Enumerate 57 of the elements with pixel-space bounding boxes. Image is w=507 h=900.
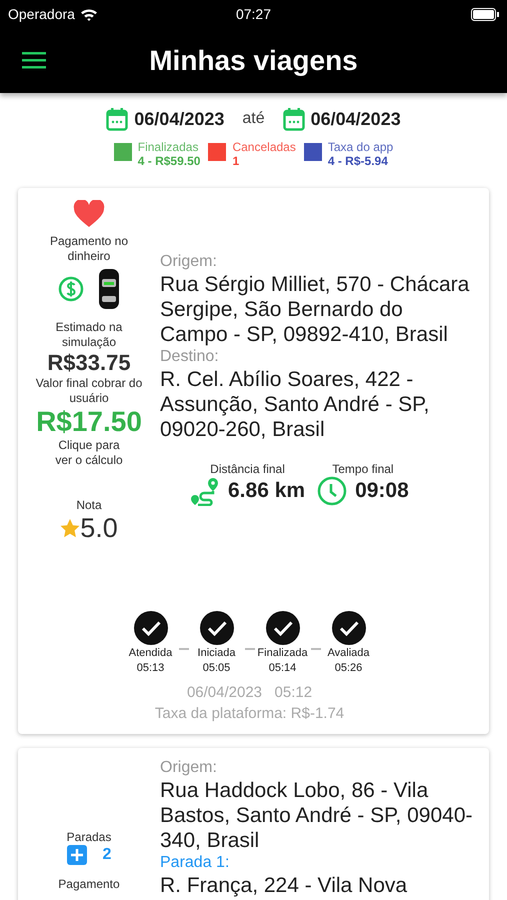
add-icon[interactable]	[66, 845, 87, 865]
stops-count: 2	[102, 846, 112, 864]
step-label: Atendida	[128, 646, 172, 661]
heart-icon[interactable]	[73, 200, 105, 228]
legend-value: 1	[232, 154, 240, 168]
destination-label: Destino:	[160, 347, 220, 367]
calendar-icon	[282, 107, 305, 131]
origin-label: Origem:	[160, 252, 218, 272]
time-label: Tempo final	[332, 462, 394, 476]
clock-icon	[317, 476, 348, 506]
payment-method: Pagamento no dinheiro	[49, 234, 129, 264]
battery-icon	[470, 8, 499, 20]
start-date[interactable]: 06/04/2023	[134, 108, 224, 130]
end-date[interactable]: 06/04/2023	[310, 108, 401, 130]
origin-label: Origem:	[160, 758, 218, 778]
legend-label: Taxa do app	[328, 141, 394, 154]
trip-card[interactable]: Paradas 2 Pagamento Origem: Rua Haddock Lobo, 86 - Vila Bastos, Santo André - SP, 09040-340, Brasil Parada 1: R. França, 224 - Vila Nova	[18, 748, 489, 900]
payment-method: Pagamento	[57, 877, 121, 892]
destination-address: R. Cel. Abílio Soares, 422 - Assunção, Santo André - SP, 09020-260, Brasil	[160, 367, 430, 442]
origin-address: Rua Haddock Lobo, 86 - Vila Bastos, Santo André - SP, 09040-340, Brasil	[160, 778, 474, 853]
page-title: Minhas viagens	[149, 44, 358, 76]
distance-label: Distância final	[210, 462, 285, 476]
calculation-hint[interactable]: Clique para ver o cálculo	[49, 438, 129, 468]
legend-value: 4 - R$59.50	[138, 154, 200, 168]
step-label: Avaliada	[328, 646, 370, 661]
star-icon	[60, 519, 80, 538]
legend-label: Canceladas	[232, 141, 296, 154]
legend-label: Finalizadas	[138, 141, 200, 154]
car-icon	[98, 268, 120, 310]
step-time: 05:26	[334, 661, 362, 676]
legend-value: 4 - R$-5.94	[328, 154, 389, 168]
estimated-price: R$33.75	[47, 350, 131, 376]
estimated-label: Estimado na simulação	[54, 320, 124, 350]
time-value: 09:08	[355, 479, 409, 503]
final-value-label: Valor final cobrar do usuário	[34, 376, 144, 406]
trip-datetime: 06/04/2023 05:12	[186, 683, 314, 703]
step-time: 05:13	[136, 661, 164, 676]
step-time: 05:05	[202, 661, 230, 676]
step-label: Finalizada	[257, 646, 308, 661]
route-icon	[190, 476, 220, 506]
step-label: Iniciada	[198, 646, 236, 661]
rating-value: 5.0	[80, 513, 118, 544]
menu-button[interactable]	[22, 50, 48, 70]
dollar-icon	[58, 276, 84, 302]
rating-label: Nota	[76, 498, 102, 513]
carrier-name: Operadora	[8, 6, 75, 22]
distance-value: 6.86 km	[228, 479, 306, 503]
clock: 07:27	[236, 6, 272, 22]
stop-address: R. França, 224 - Vila Nova	[160, 873, 408, 898]
stops-label: Paradas	[66, 830, 112, 845]
wifi-icon	[80, 8, 98, 20]
origin-address: Rua Sérgio Milliet, 570 - Chácara Sergipe, São Bernardo do Campo - SP, 09892-410, Brasil	[160, 272, 470, 347]
stop-label: Parada 1:	[160, 853, 230, 873]
platform-fee: Taxa da plataforma: R$-1.74	[154, 704, 346, 724]
date-separator: até	[242, 110, 265, 128]
calendar-icon	[106, 107, 128, 131]
step-time: 05:14	[268, 661, 296, 676]
